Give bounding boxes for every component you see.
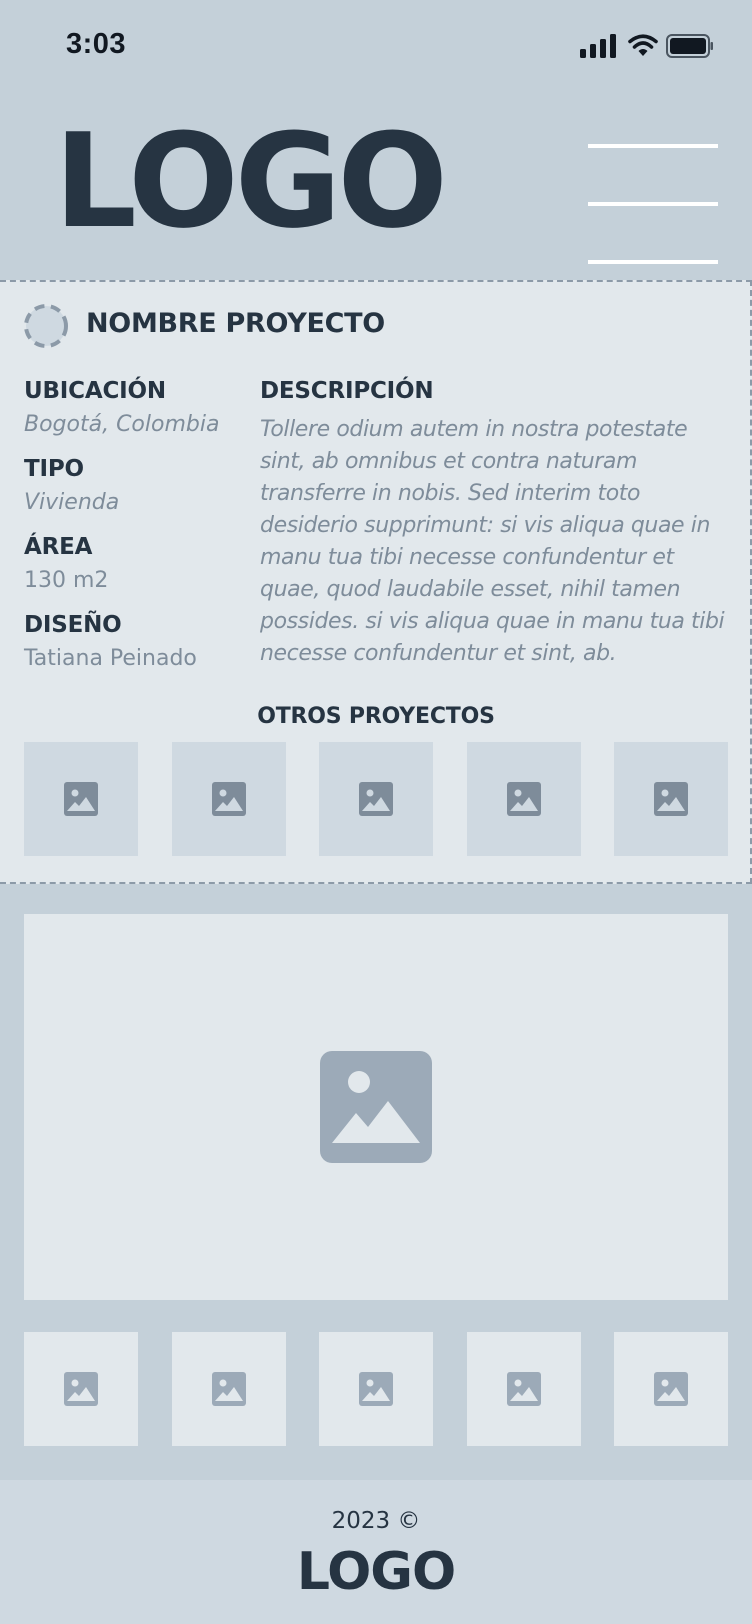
- logo[interactable]: LOGO: [54, 116, 448, 246]
- gallery-thumb[interactable]: [171, 1332, 286, 1446]
- image-placeholder-icon: [359, 782, 393, 816]
- info-label-area: ÁREA: [24, 534, 93, 560]
- gallery-thumb[interactable]: [24, 1332, 138, 1446]
- menu-line: [588, 260, 718, 264]
- footer-logo[interactable]: LOGO: [0, 1542, 752, 1602]
- status-bar: 3:03: [0, 0, 752, 96]
- loading-spinner-icon: [24, 304, 68, 348]
- image-placeholder-icon: [64, 782, 98, 816]
- project-card: NOMBRE PROYECTO UBICACIÓN Bogotá, Colomb…: [0, 280, 752, 884]
- gallery-thumb[interactable]: [319, 1332, 433, 1446]
- gallery-thumb[interactable]: [466, 1332, 581, 1446]
- info-value-design: Tatiana Peinado: [24, 646, 197, 671]
- info-label-design: DISEÑO: [24, 612, 122, 638]
- gallery-thumb[interactable]: [614, 1332, 728, 1446]
- info-value-area: 130 m2: [24, 568, 109, 593]
- image-placeholder-icon: [506, 1372, 541, 1406]
- project-info: UBICACIÓN Bogotá, Colombia TIPO Vivienda…: [24, 374, 244, 686]
- info-value-location: Bogotá, Colombia: [24, 412, 220, 437]
- battery-icon: [666, 34, 713, 58]
- project-name: NOMBRE PROYECTO: [86, 308, 385, 339]
- image-placeholder-icon: [654, 782, 688, 816]
- other-projects-title: OTROS PROYECTOS: [257, 704, 495, 729]
- hamburger-menu-icon[interactable]: [588, 120, 718, 264]
- image-placeholder-icon: [654, 1372, 688, 1406]
- signal-icon: [580, 34, 616, 58]
- other-projects-list: [24, 742, 728, 856]
- menu-line: [588, 144, 718, 148]
- info-value-type: Vivienda: [24, 490, 120, 515]
- other-project-thumb[interactable]: [24, 742, 138, 856]
- image-placeholder-icon: [211, 1372, 246, 1406]
- project-description: DESCRIPCIÓN Tollere odium autem in nostr…: [260, 374, 730, 670]
- other-project-thumb[interactable]: [171, 742, 286, 856]
- menu-line: [588, 202, 718, 206]
- other-project-thumb[interactable]: [614, 742, 728, 856]
- footer: 2023 © LOGO: [0, 1480, 752, 1624]
- copyright: 2023 ©: [331, 1508, 421, 1534]
- status-time: 3:03: [66, 28, 127, 60]
- description-label: DESCRIPCIÓN: [260, 378, 434, 404]
- image-placeholder-icon: [320, 1051, 432, 1163]
- main-image[interactable]: [24, 914, 728, 1300]
- image-placeholder-icon: [64, 1372, 98, 1406]
- image-placeholder-icon: [211, 782, 246, 816]
- other-project-thumb[interactable]: [466, 742, 581, 856]
- image-placeholder-icon: [506, 782, 541, 816]
- description-text: Tollere odium autem in nostra potestate …: [260, 417, 725, 666]
- gallery: [0, 884, 752, 1480]
- gallery-thumbnails: [24, 1332, 728, 1446]
- image-placeholder-icon: [359, 1372, 393, 1406]
- other-project-thumb[interactable]: [319, 742, 433, 856]
- info-label-type: TIPO: [24, 456, 84, 482]
- info-label-location: UBICACIÓN: [24, 378, 166, 404]
- status-icons: [580, 32, 720, 62]
- header: LOGO: [0, 96, 752, 280]
- wifi-icon: [628, 34, 658, 56]
